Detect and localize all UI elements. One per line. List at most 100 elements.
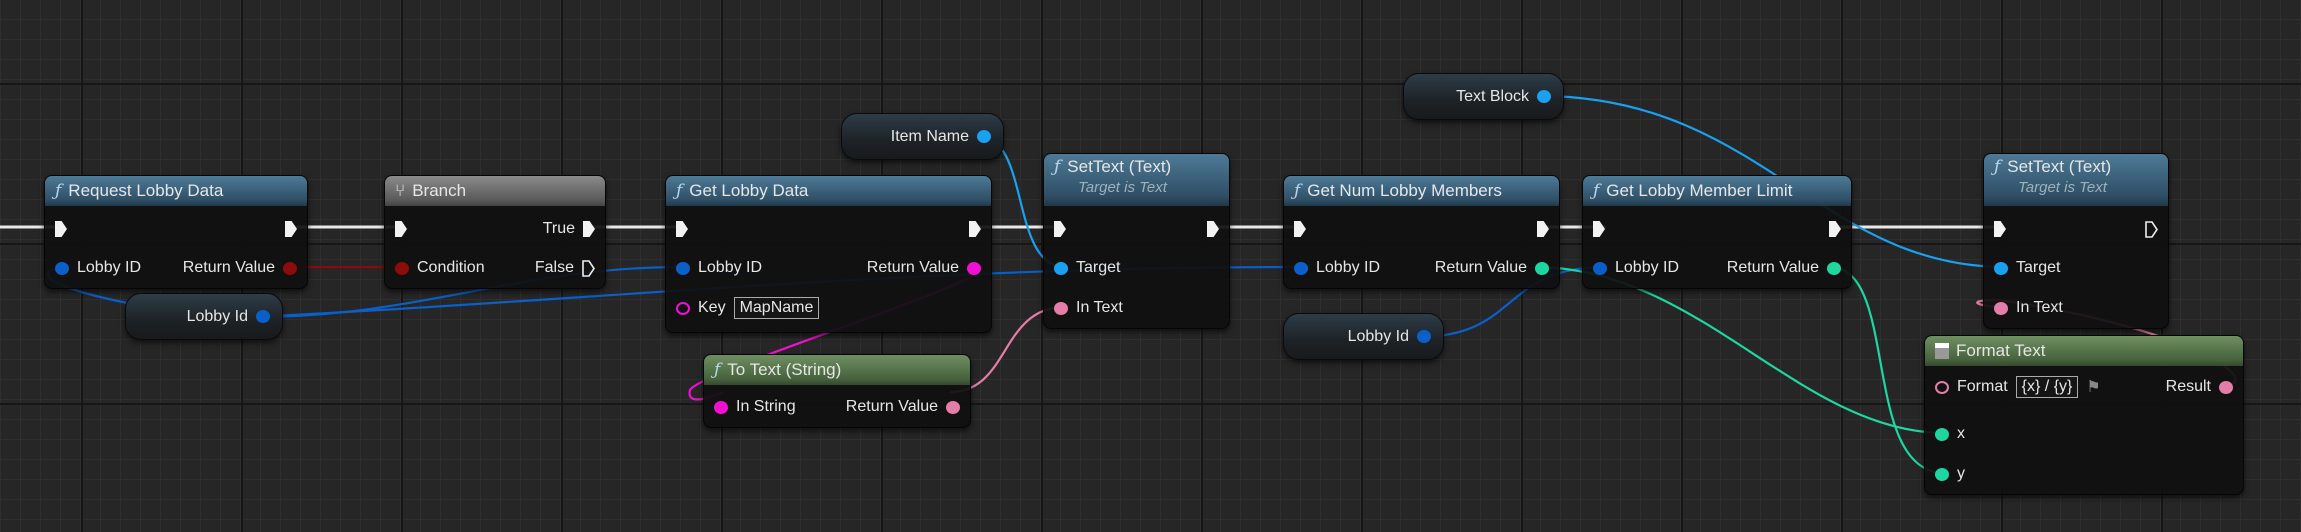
result-pin[interactable] bbox=[2219, 380, 2233, 394]
format-pin[interactable] bbox=[1935, 380, 1949, 394]
variable-label: Lobby Id bbox=[186, 307, 248, 325]
exec-in-pin[interactable] bbox=[395, 221, 407, 237]
function-icon: ƒ bbox=[55, 181, 62, 201]
node-title: Get Num Lobby Members bbox=[1307, 181, 1502, 200]
condition-pin[interactable] bbox=[395, 261, 409, 275]
node-format-text[interactable]: Format Text Format {x} / {y} ⚑ Result x y bbox=[1924, 335, 2244, 495]
lobby-id-pin[interactable] bbox=[1294, 261, 1308, 275]
pin-label: Format bbox=[1957, 378, 2008, 395]
pin-label: Target bbox=[2016, 259, 2061, 276]
pin-label: Return Value bbox=[866, 259, 959, 276]
pin-label: In Text bbox=[2016, 299, 2063, 316]
pin-label: Return Value bbox=[1434, 259, 1527, 276]
exec-in-pin[interactable] bbox=[55, 221, 67, 237]
in-string-pin[interactable] bbox=[714, 400, 728, 414]
item-name-output-pin[interactable] bbox=[977, 130, 991, 143]
node-set-text[interactable]: ƒ SetText (Text) Target is Text Target In … bbox=[1043, 153, 1230, 329]
node-subtitle: Target is Text bbox=[2018, 179, 2107, 196]
exec-out-pin[interactable] bbox=[969, 221, 981, 237]
variable-text-block[interactable]: Text Block bbox=[1403, 73, 1564, 120]
function-icon: ƒ bbox=[1593, 181, 1600, 201]
lobby-id-pin[interactable] bbox=[55, 261, 69, 275]
pin-label: Return Value bbox=[182, 259, 275, 276]
node-header: ⑂ Branch bbox=[385, 176, 605, 206]
exec-in-pin[interactable] bbox=[676, 221, 688, 237]
node-title: SetText (Text) bbox=[1067, 157, 1172, 176]
pin-label: Key bbox=[698, 299, 726, 316]
in-text-pin[interactable] bbox=[1994, 301, 2008, 315]
node-to-text-string[interactable]: ƒ To Text (String) In String Return Value bbox=[703, 354, 971, 428]
lobby-id-pin[interactable] bbox=[676, 261, 690, 275]
variable-lobby-id[interactable]: Lobby Id bbox=[1283, 313, 1444, 360]
node-branch[interactable]: ⑂ Branch True Condition False bbox=[384, 175, 606, 289]
return-value-pin[interactable] bbox=[1535, 261, 1549, 275]
node-get-num-lobby-members[interactable]: ƒ Get Num Lobby Members Lobby ID Return V… bbox=[1283, 175, 1560, 289]
pin-label: Lobby ID bbox=[698, 259, 763, 276]
function-icon: ƒ bbox=[676, 181, 683, 201]
y-pin[interactable] bbox=[1935, 467, 1949, 481]
function-icon: ƒ bbox=[1054, 157, 1061, 177]
node-request-lobby-data[interactable]: ƒ Request Lobby Data Lobby ID Return Valu… bbox=[44, 175, 308, 289]
node-set-text[interactable]: ƒ SetText (Text) Target is Text Target In … bbox=[1983, 153, 2169, 329]
node-title: SetText (Text) bbox=[2007, 157, 2112, 176]
target-pin[interactable] bbox=[1054, 261, 1068, 275]
exec-in-pin[interactable] bbox=[1994, 221, 2006, 237]
pin-label: In String bbox=[736, 398, 796, 415]
node-title: Branch bbox=[412, 181, 467, 200]
function-icon: ƒ bbox=[1294, 181, 1301, 201]
node-title: Get Lobby Data bbox=[689, 181, 809, 200]
node-header: ƒ Request Lobby Data bbox=[45, 176, 307, 206]
pin-label: In Text bbox=[1076, 299, 1123, 316]
variable-label: Lobby Id bbox=[1347, 327, 1409, 345]
function-icon: ƒ bbox=[1994, 157, 2001, 177]
format-input[interactable]: {x} / {y} bbox=[2015, 376, 2079, 398]
node-subtitle: Target is Text bbox=[1078, 179, 1167, 196]
return-value-pin[interactable] bbox=[967, 261, 981, 275]
return-value-pin[interactable] bbox=[283, 261, 297, 275]
exec-out-pin[interactable] bbox=[2145, 220, 2158, 238]
in-text-pin[interactable] bbox=[1054, 301, 1068, 315]
key-pin[interactable] bbox=[676, 301, 690, 315]
pin-label: Lobby ID bbox=[77, 259, 142, 276]
pin-label: Result bbox=[2165, 378, 2211, 395]
variable-item-name[interactable]: Item Name bbox=[841, 113, 1004, 160]
lobby-id-pin[interactable] bbox=[1593, 261, 1607, 275]
variable-lobby-id[interactable]: Lobby Id bbox=[125, 293, 283, 340]
lobby-id-output-pin[interactable] bbox=[1417, 330, 1431, 343]
pin-label: x bbox=[1957, 425, 1965, 442]
exec-out-pin[interactable] bbox=[1207, 221, 1219, 237]
exec-in-pin[interactable] bbox=[1294, 221, 1306, 237]
node-header: Format Text bbox=[1925, 336, 2243, 366]
pin-label: Target bbox=[1076, 259, 1121, 276]
true-exec-pin[interactable] bbox=[583, 221, 595, 237]
node-title: Get Lobby Member Limit bbox=[1606, 181, 1793, 200]
node-header: ƒ Get Num Lobby Members bbox=[1284, 176, 1559, 206]
pin-label: Condition bbox=[417, 259, 485, 276]
node-header: ƒ Get Lobby Member Limit bbox=[1583, 176, 1851, 206]
x-pin[interactable] bbox=[1935, 427, 1949, 441]
node-title: Format Text bbox=[1956, 341, 2046, 360]
variable-label: Item Name bbox=[890, 127, 969, 145]
flag-icon[interactable]: ⚑ bbox=[2086, 377, 2100, 397]
exec-out-pin[interactable] bbox=[1829, 221, 1841, 237]
return-value-pin[interactable] bbox=[1827, 261, 1841, 275]
exec-in-pin[interactable] bbox=[1593, 221, 1605, 237]
pin-label: Lobby ID bbox=[1316, 259, 1381, 276]
lobby-id-output-pin[interactable] bbox=[256, 310, 270, 323]
exec-out-pin[interactable] bbox=[1537, 221, 1549, 237]
key-input[interactable]: MapName bbox=[733, 297, 820, 319]
target-pin[interactable] bbox=[1994, 261, 2008, 275]
node-get-lobby-member-limit[interactable]: ƒ Get Lobby Member Limit Lobby ID Return … bbox=[1582, 175, 1852, 289]
format-text-icon bbox=[1935, 343, 1949, 359]
node-get-lobby-data[interactable]: ƒ Get Lobby Data Lobby ID Return Value Ke… bbox=[665, 175, 992, 333]
node-header: ƒ Get Lobby Data bbox=[666, 176, 991, 206]
node-header: ƒ To Text (String) bbox=[704, 355, 970, 385]
node-header: ƒ SetText (Text) Target is Text bbox=[1984, 154, 2168, 206]
branch-icon: ⑂ bbox=[395, 181, 406, 200]
false-exec-pin[interactable] bbox=[582, 259, 595, 277]
text-block-output-pin[interactable] bbox=[1537, 90, 1551, 103]
return-value-pin[interactable] bbox=[946, 400, 960, 414]
exec-out-pin[interactable] bbox=[285, 221, 297, 237]
pin-label: Lobby ID bbox=[1615, 259, 1680, 276]
exec-in-pin[interactable] bbox=[1054, 221, 1066, 237]
